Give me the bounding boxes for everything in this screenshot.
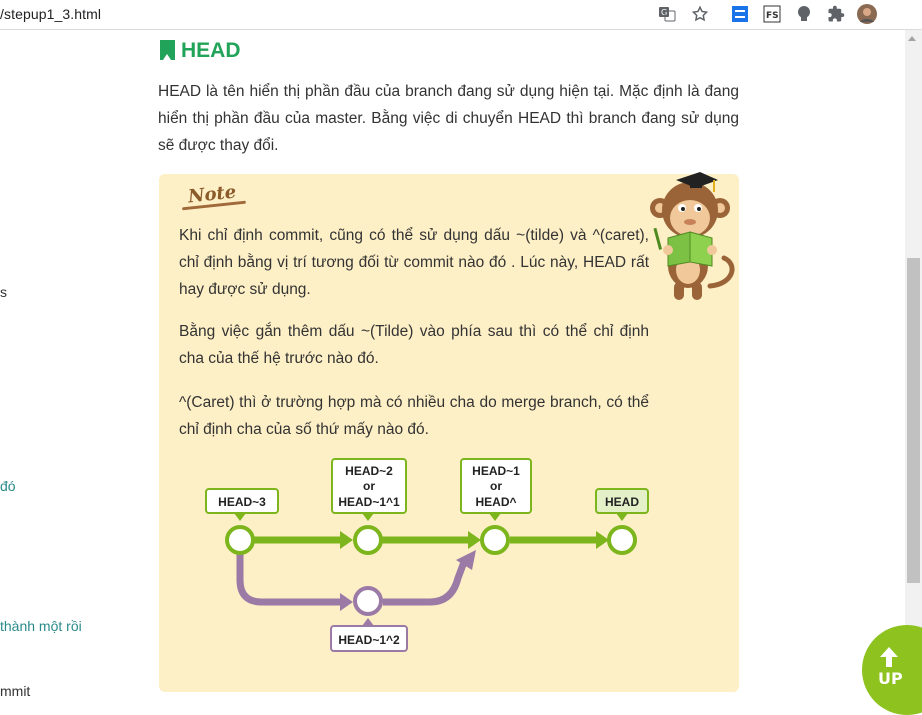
- address-bar[interactable]: /stepup1_3.html: [0, 6, 101, 22]
- scrollbar-thumb[interactable]: [907, 258, 920, 583]
- extension-bulb-icon[interactable]: [794, 4, 814, 24]
- label-head2-line1: HEAD~2: [345, 464, 393, 478]
- branch-arrow-line: [383, 560, 468, 606]
- note-paragraph: ^(Caret) thì ở trường hợp mà có nhiều ch…: [179, 394, 649, 438]
- label-head1-2: HEAD~1^2: [338, 633, 400, 647]
- extension-fs-icon[interactable]: FS: [762, 4, 782, 24]
- extensions-puzzle-icon[interactable]: [826, 4, 846, 24]
- arrow-head-icon: [340, 593, 353, 611]
- commit-node: [353, 525, 383, 555]
- arrow-head-icon: [340, 531, 353, 549]
- commit-diagram: HEAD~3 HEAD~2 or HEAD~1^1 HEAD~1 or HEAD…: [205, 458, 649, 652]
- sidebar-text-fragment[interactable]: s: [0, 284, 7, 300]
- note-paragraph: Khi chỉ định commit, cũng có thể sử dụng…: [179, 227, 649, 298]
- up-button-label: UP: [878, 669, 903, 688]
- arrow-head-icon: [468, 531, 481, 549]
- browser-toolbar: /stepup1_3.html G FS: [0, 0, 922, 30]
- sidebar-text-fragment[interactable]: mmit: [0, 683, 30, 699]
- bookmark-star-icon[interactable]: [690, 4, 710, 24]
- commit-node: [353, 586, 383, 616]
- label-head1-line3: HEAD^: [475, 495, 516, 509]
- up-arrow-icon: [880, 647, 898, 667]
- sidebar-link-fragment[interactable]: đó: [0, 478, 16, 494]
- commit-node: [225, 525, 255, 555]
- label-head3: HEAD~3: [218, 495, 266, 509]
- section-title: HEAD: [181, 39, 241, 62]
- svg-text:G: G: [661, 8, 667, 17]
- commit-node: [607, 525, 637, 555]
- branch-arrow-line: [236, 554, 340, 606]
- scroll-up-arrow-icon[interactable]: [908, 36, 916, 41]
- label-head2-line3: HEAD~1^1: [338, 495, 400, 509]
- label-head: HEAD: [605, 495, 639, 509]
- commit-node: [480, 525, 510, 555]
- sidebar-link-fragment[interactable]: thành một rồi: [0, 618, 82, 634]
- extension-s-icon[interactable]: [730, 4, 750, 24]
- svg-text:FS: FS: [766, 11, 779, 21]
- note-paragraph: Bằng việc gắn thêm dấu ~(Tilde) vào phía…: [179, 323, 649, 367]
- translate-icon[interactable]: G: [657, 4, 677, 24]
- label-head1-line1: HEAD~1: [472, 464, 520, 478]
- profile-avatar[interactable]: [857, 4, 877, 24]
- label-head1-line2: or: [490, 479, 502, 493]
- bookmark-icon: [160, 40, 175, 60]
- section-intro: HEAD là tên hiển thị phần đầu của branch…: [158, 83, 739, 154]
- label-head2-line2: or: [363, 479, 375, 493]
- monkey-mascot-icon: [650, 172, 735, 300]
